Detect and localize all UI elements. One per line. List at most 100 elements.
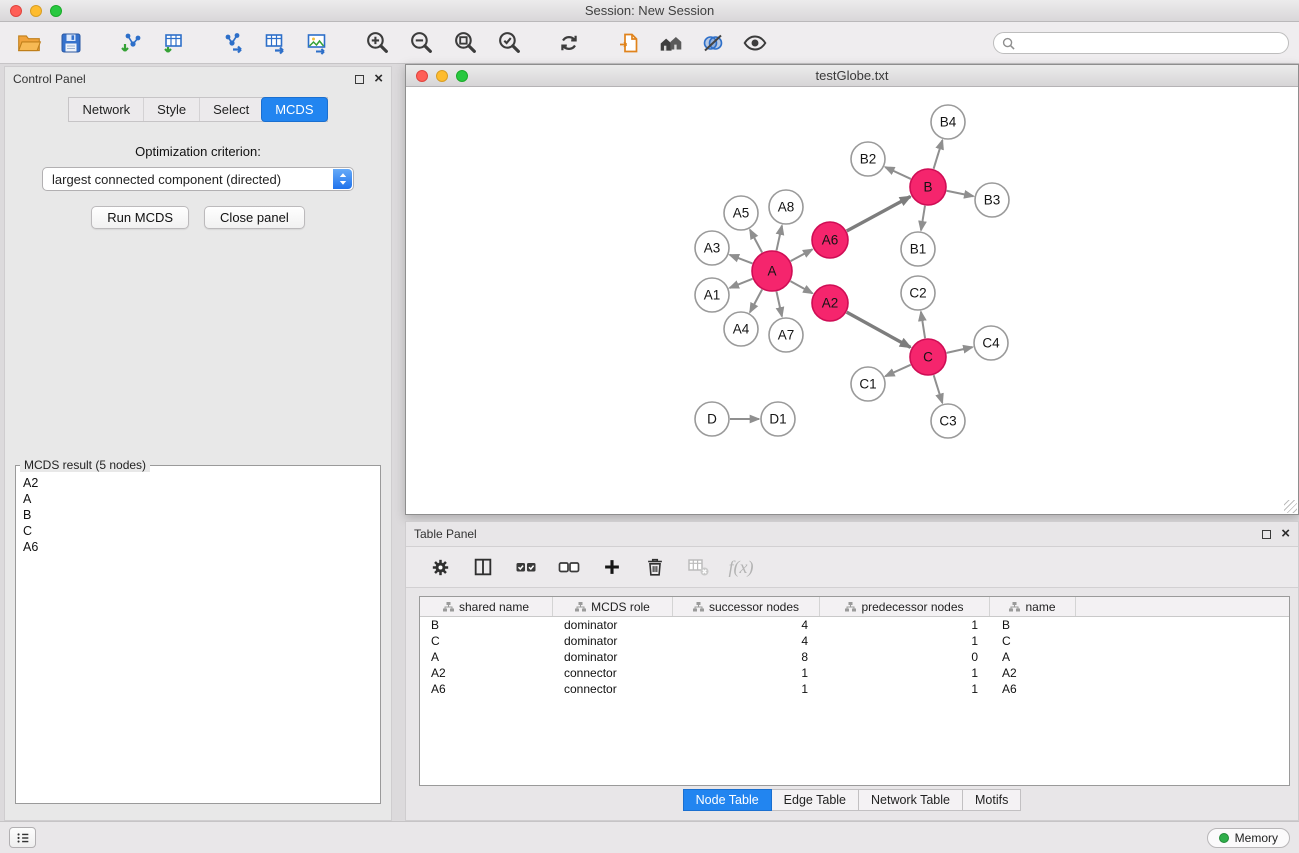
edge-A2-C[interactable] xyxy=(847,312,911,347)
edge-C-C2[interactable] xyxy=(921,312,925,338)
node-A7[interactable]: A7 xyxy=(769,318,803,352)
node-C2[interactable]: C2 xyxy=(901,276,935,310)
delete-table-button[interactable] xyxy=(684,553,712,581)
function-builder-button[interactable]: f(x) xyxy=(727,553,755,581)
table-row[interactable]: Bdominator41B xyxy=(420,617,1289,633)
zoom-in-button[interactable] xyxy=(362,28,392,58)
table-row[interactable]: Adominator80A xyxy=(420,649,1289,665)
network-canvas-svg[interactable]: B4B2BB3A8A5A6A3B1AC2A1A2A4A7C4CC1C3DD1 xyxy=(406,87,1298,514)
column-header-name[interactable]: name xyxy=(990,597,1076,616)
node-B[interactable]: B xyxy=(910,169,946,205)
task-history-button[interactable] xyxy=(9,827,36,848)
edge-B-B2[interactable] xyxy=(885,167,911,179)
edge-A-A8[interactable] xyxy=(776,226,781,251)
edge-A-A1[interactable] xyxy=(730,279,753,288)
edge-C-C3[interactable] xyxy=(934,375,943,403)
network-canvas[interactable]: B4B2BB3A8A5A6A3B1AC2A1A2A4A7C4CC1C3DD1 xyxy=(406,87,1298,514)
show-columns-button[interactable] xyxy=(469,553,497,581)
edge-A6-B[interactable] xyxy=(847,197,911,231)
node-B1[interactable]: B1 xyxy=(901,232,935,266)
column-header-shared-name[interactable]: shared name xyxy=(420,597,553,616)
show-hide-button[interactable] xyxy=(740,28,770,58)
network-minimize-button[interactable] xyxy=(436,70,448,82)
tab-style[interactable]: Style xyxy=(143,98,199,121)
node-C[interactable]: C xyxy=(910,339,946,375)
import-network-button[interactable] xyxy=(116,28,146,58)
network-zoom-button[interactable] xyxy=(456,70,468,82)
zoom-out-button[interactable] xyxy=(406,28,436,58)
node-D[interactable]: D xyxy=(695,402,729,436)
node-A2[interactable]: A2 xyxy=(812,285,848,321)
close-panel-button[interactable]: Close panel xyxy=(204,206,305,229)
export-table-button[interactable] xyxy=(260,28,290,58)
tab-select[interactable]: Select xyxy=(199,98,262,121)
tab-node-table[interactable]: Node Table xyxy=(683,789,772,811)
edge-C-C1[interactable] xyxy=(885,365,910,376)
zoom-fit-button[interactable] xyxy=(450,28,480,58)
node-A1[interactable]: A1 xyxy=(695,278,729,312)
node-A8[interactable]: A8 xyxy=(769,190,803,224)
result-item[interactable]: A xyxy=(19,491,377,507)
edge-B-B3[interactable] xyxy=(947,191,974,196)
node-A3[interactable]: A3 xyxy=(695,231,729,265)
node-A[interactable]: A xyxy=(752,251,792,291)
zoom-window-button[interactable] xyxy=(50,5,62,17)
run-mcds-button[interactable]: Run MCDS xyxy=(91,206,189,229)
node-A5[interactable]: A5 xyxy=(724,196,758,230)
tab-network-table[interactable]: Network Table xyxy=(859,789,963,811)
result-item[interactable]: A2 xyxy=(19,475,377,491)
table-row[interactable]: A2connector11A2 xyxy=(420,665,1289,681)
export-image-button[interactable] xyxy=(302,28,332,58)
tab-motifs[interactable]: Motifs xyxy=(963,789,1021,811)
apply-layout-button[interactable] xyxy=(554,28,584,58)
edge-A-A3[interactable] xyxy=(730,255,753,264)
result-item[interactable]: A6 xyxy=(19,539,377,555)
node-A6[interactable]: A6 xyxy=(812,222,848,258)
open-session-button[interactable] xyxy=(614,28,644,58)
search-input[interactable] xyxy=(1020,36,1280,51)
window-resize-grip[interactable] xyxy=(1284,500,1297,513)
node-D1[interactable]: D1 xyxy=(761,402,795,436)
edge-A-A7[interactable] xyxy=(776,292,781,317)
import-table-button[interactable] xyxy=(158,28,188,58)
column-header-successor-nodes[interactable]: successor nodes xyxy=(673,597,820,616)
table-row[interactable]: A6connector11A6 xyxy=(420,681,1289,697)
tab-network[interactable]: Network xyxy=(69,98,143,121)
node-C1[interactable]: C1 xyxy=(851,367,885,401)
close-window-button[interactable] xyxy=(10,5,22,17)
node-C4[interactable]: C4 xyxy=(974,326,1008,360)
float-table-panel-icon[interactable] xyxy=(1262,530,1271,539)
zoom-selected-button[interactable] xyxy=(494,28,524,58)
minimize-window-button[interactable] xyxy=(30,5,42,17)
edge-A-A5[interactable] xyxy=(750,230,762,253)
select-all-button[interactable] xyxy=(512,553,540,581)
graphics-details-button[interactable] xyxy=(698,28,728,58)
delete-column-button[interactable] xyxy=(641,553,669,581)
export-network-button[interactable] xyxy=(218,28,248,58)
tab-mcds[interactable]: MCDS xyxy=(261,97,327,122)
network-close-button[interactable] xyxy=(416,70,428,82)
memory-button[interactable]: Memory xyxy=(1207,828,1290,848)
table-row[interactable]: Cdominator41C xyxy=(420,633,1289,649)
tab-edge-table[interactable]: Edge Table xyxy=(772,789,859,811)
node-B4[interactable]: B4 xyxy=(931,105,965,139)
column-header-mcds-role[interactable]: MCDS role xyxy=(553,597,673,616)
edge-B-B4[interactable] xyxy=(934,140,943,169)
result-item[interactable]: B xyxy=(19,507,377,523)
deselect-all-button[interactable] xyxy=(555,553,583,581)
add-column-button[interactable] xyxy=(598,553,626,581)
node-A4[interactable]: A4 xyxy=(724,312,758,346)
table-settings-button[interactable] xyxy=(426,553,454,581)
save-session-button[interactable] xyxy=(56,28,86,58)
node-C3[interactable]: C3 xyxy=(931,404,965,438)
node-B3[interactable]: B3 xyxy=(975,183,1009,217)
column-header-predecessor-nodes[interactable]: predecessor nodes xyxy=(820,597,990,616)
close-panel-icon[interactable]: × xyxy=(374,74,383,84)
edge-A-A6[interactable] xyxy=(791,249,813,261)
edge-B-B1[interactable] xyxy=(921,206,925,230)
edge-A-A4[interactable] xyxy=(750,290,762,313)
float-panel-icon[interactable] xyxy=(355,75,364,84)
toolbar-search[interactable] xyxy=(993,32,1289,54)
result-item[interactable]: C xyxy=(19,523,377,539)
network-window-titlebar[interactable]: testGlobe.txt xyxy=(406,65,1298,87)
